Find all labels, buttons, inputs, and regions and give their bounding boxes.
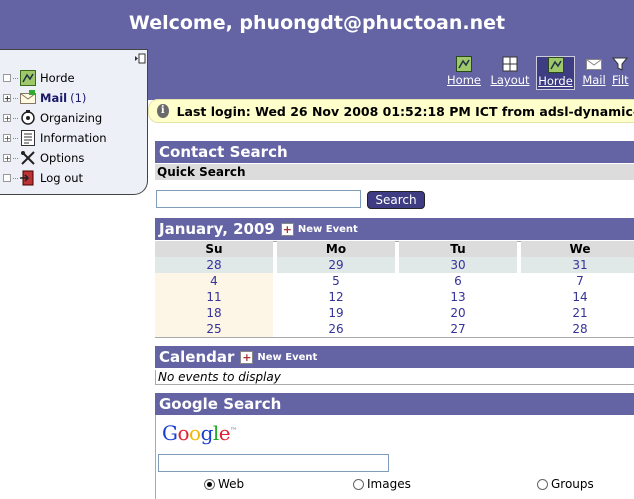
calendar-day[interactable]: 31 [521, 257, 634, 273]
calendar-day[interactable]: 29 [277, 257, 395, 273]
tree-expander[interactable]: + [3, 114, 11, 123]
new-event-link[interactable]: + New Event [280, 222, 358, 236]
toolbar-horde-button[interactable]: Horde [536, 56, 575, 90]
collapse-sidebar-icon[interactable] [134, 53, 146, 64]
calendar-day[interactable]: 26 [277, 321, 395, 337]
calendar-week-row: 28 29 30 31 [155, 257, 634, 273]
sidebar-item-label: Log out [40, 171, 84, 185]
tree-expander[interactable]: + [3, 134, 11, 143]
weekday-label: We [521, 241, 634, 257]
new-event-link[interactable]: + New Event [240, 350, 317, 364]
calendar-weekday-row: Su Mo Tu We [155, 241, 634, 257]
contact-search-header: Contact Search [155, 141, 634, 163]
welcome-title: Welcome, phuongdt@phuctoan.net [128, 12, 506, 34]
calendar-day[interactable]: 27 [399, 321, 517, 337]
weekday-label: Su [155, 241, 273, 257]
radio-images[interactable]: Images [353, 477, 411, 491]
tree-expander[interactable]: + [3, 154, 11, 163]
calendar-day[interactable]: 12 [277, 289, 395, 305]
calendar-day[interactable]: 25 [155, 321, 273, 337]
calendar-header: Calendar + New Event [155, 346, 634, 368]
calendar-day[interactable]: 14 [521, 289, 634, 305]
calendar-day[interactable]: 28 [521, 321, 634, 337]
logout-icon [20, 170, 36, 186]
calendar-day[interactable]: 30 [399, 257, 517, 273]
toolbar-filters-button[interactable]: Filt [612, 56, 634, 90]
calendar-day[interactable]: 4 [155, 273, 273, 289]
calendar-day[interactable]: 6 [399, 273, 517, 289]
sidebar-item-horde[interactable]: Horde [3, 69, 143, 87]
calendar-week-row: 11 12 13 14 [155, 289, 634, 305]
radio-groups[interactable]: Groups [537, 477, 594, 491]
calendar-day[interactable]: 20 [399, 305, 517, 321]
calendar-day[interactable]: 13 [399, 289, 517, 305]
calendar-week-row: 18 19 20 21 [155, 305, 634, 321]
sidebar-item-mail[interactable]: + Mail (1) [3, 89, 143, 107]
sidebar-item-label: Information [40, 131, 107, 145]
sidebar-item-label: Horde [40, 71, 75, 85]
radio-button[interactable] [204, 478, 215, 490]
google-search-input[interactable] [158, 454, 389, 472]
options-icon [20, 150, 36, 166]
sidebar-menu: Horde + Mail (1) + Organizing + Informat… [0, 49, 148, 195]
sidebar-item-logout[interactable]: Log out [3, 169, 143, 187]
mail-icon [586, 56, 602, 72]
information-icon [20, 130, 36, 146]
tree-expander[interactable]: + [3, 94, 11, 103]
radio-button[interactable] [537, 478, 548, 490]
search-button[interactable]: Search [367, 191, 425, 209]
calendar-day[interactable]: 11 [155, 289, 273, 305]
last-login-text: Last login: Wed 26 Nov 2008 01:52:18 PM … [176, 103, 634, 119]
toolbar-layout-button[interactable]: Layout [490, 56, 530, 90]
calendar-day[interactable]: 7 [521, 273, 634, 289]
calendar-day[interactable]: 5 [277, 273, 395, 289]
calendar-day[interactable]: 19 [277, 305, 395, 321]
info-icon: i [157, 104, 169, 118]
sidebar-item-information[interactable]: + Information [3, 129, 143, 147]
calendar-day[interactable]: 18 [155, 305, 273, 321]
weekday-label: Mo [277, 241, 395, 257]
horde-icon [20, 70, 36, 86]
tree-expander[interactable] [3, 174, 11, 182]
radio-web[interactable]: Web [204, 477, 244, 491]
toolbar-home-button[interactable]: Home [447, 56, 481, 90]
radio-button[interactable] [353, 478, 364, 490]
no-events-message: No events to display [155, 370, 634, 385]
calendar-grid: Su Mo Tu We 28 29 30 31 4 5 6 7 11 12 13… [155, 241, 634, 337]
google-search-header: Google Search [155, 393, 634, 415]
calendar-day[interactable]: 28 [155, 257, 273, 273]
google-logo: Google™ [162, 421, 237, 445]
mail-icon [20, 90, 36, 106]
contact-search-input[interactable] [156, 190, 361, 208]
layout-icon [502, 56, 518, 72]
filter-icon [612, 56, 628, 72]
sidebar-item-options[interactable]: + Options [3, 149, 143, 167]
home-icon [456, 56, 472, 72]
tree-expander[interactable] [3, 74, 11, 82]
toolbar-mail-button[interactable]: Mail [580, 56, 608, 90]
calendar-month-header: January, 2009 + New Event [155, 218, 634, 240]
sidebar-item-label: Mail [40, 91, 68, 105]
weekday-label: Tu [399, 241, 517, 257]
organizing-icon [20, 110, 36, 126]
add-event-icon: + [280, 222, 294, 236]
calendar-week-row: 4 5 6 7 [155, 273, 634, 289]
last-login-banner: i Last login: Wed 26 Nov 2008 01:52:18 P… [148, 99, 634, 123]
month-title: January, 2009 [159, 220, 275, 238]
calendar-week-row: 25 26 27 28 [155, 321, 634, 337]
horde-icon [547, 57, 564, 73]
add-event-icon: + [240, 350, 254, 364]
quick-search-label: Quick Search [155, 164, 634, 180]
unread-count: (1) [70, 91, 87, 105]
calendar-day[interactable]: 21 [521, 305, 634, 321]
sidebar-item-label: Organizing [40, 111, 103, 125]
sidebar-item-label: Options [40, 151, 85, 165]
sidebar-item-organizing[interactable]: + Organizing [3, 109, 143, 127]
